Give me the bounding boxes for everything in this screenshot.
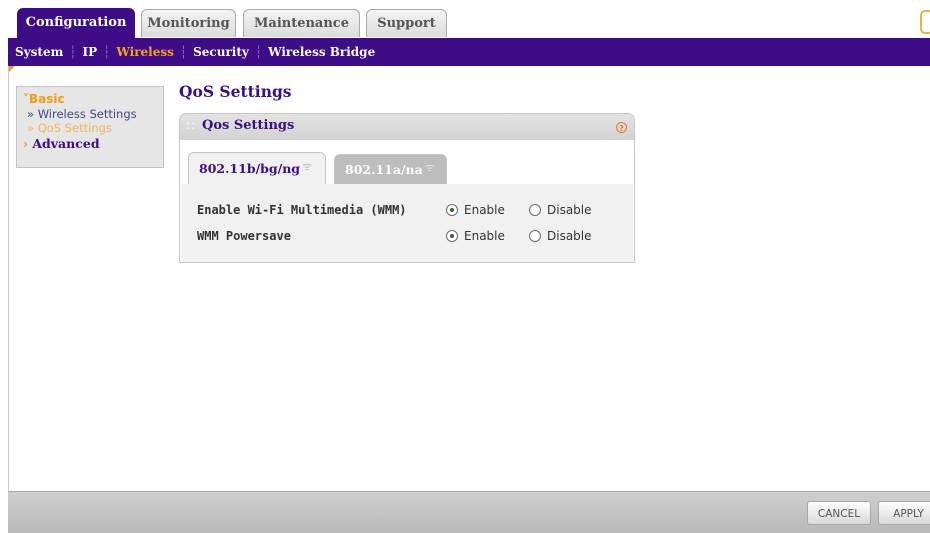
tab-80211ana[interactable]: 802.11a/na ᯤ: [334, 154, 447, 184]
left-border-line: [8, 66, 9, 491]
powersave-disable-radio[interactable]: [529, 230, 541, 242]
wmm-enable-label: Enable: [464, 203, 505, 217]
wmm-row: Enable Wi-Fi Multimedia (WMM) Enable Dis…: [181, 198, 633, 222]
wifi-icon: ᯤ: [424, 161, 435, 174]
grip-icon: ∷: [187, 119, 195, 133]
wmm-powersave-label: WMM Powersave: [197, 229, 291, 243]
wmm-disable-radio[interactable]: [529, 204, 541, 216]
page-title: QoS Settings: [179, 82, 292, 101]
wmm-disable-label: Disable: [547, 203, 592, 217]
subnav-separator: ┆: [254, 45, 263, 59]
subnav-wireless-bridge[interactable]: Wireless Bridge: [268, 45, 375, 59]
subnav-wireless[interactable]: Wireless: [116, 45, 174, 59]
powersave-enable-radio[interactable]: [446, 230, 458, 242]
subnav-security[interactable]: Security: [193, 45, 249, 59]
panel-header: ∷ Qos Settings ?: [180, 114, 634, 140]
tab-80211ana-label: 802.11a/na: [345, 162, 423, 177]
chevron-right-icon: ›: [23, 136, 28, 151]
apply-button[interactable]: APPLY: [878, 501, 930, 525]
wmm-powersave-row: WMM Powersave Enable Disable: [181, 224, 633, 248]
help-icon[interactable]: ?: [616, 122, 627, 133]
subnav-system[interactable]: System: [15, 45, 63, 59]
sidebar-item-qos-settings[interactable]: » QoS Settings: [23, 121, 163, 135]
powersave-disable-label: Disable: [547, 229, 592, 243]
top-tab-bar: Configuration Monitoring Maintenance Sup…: [0, 0, 930, 38]
subnav-separator: ┆: [69, 45, 77, 59]
corner-decoration: [920, 10, 930, 34]
cancel-button[interactable]: CANCEL: [807, 501, 871, 525]
tab-content: Enable Wi-Fi Multimedia (WMM) Enable Dis…: [181, 184, 633, 262]
sub-navigation: System ┆ IP ┆ Wireless ┆ Security ┆ Wireless Bri…: [8, 38, 930, 66]
subnav-separator: ┆: [179, 45, 188, 59]
tab-80211bgng[interactable]: 802.11b/bg/ng ᯤ: [188, 152, 326, 184]
nav-corner-accent: [8, 66, 15, 73]
sidebar-item-basic[interactable]: ˅Basic: [23, 91, 163, 107]
sidebar-item-wireless-settings[interactable]: » Wireless Settings: [23, 107, 163, 121]
wmm-enable-radio[interactable]: [446, 204, 458, 216]
sidebar-advanced-label: Advanced: [32, 136, 100, 151]
wmm-label: Enable Wi-Fi Multimedia (WMM): [197, 203, 407, 217]
radio-band-tabs: 802.11b/bg/ng ᯤ 802.11a/na ᯤ: [188, 152, 628, 184]
tab-monitoring[interactable]: Monitoring: [141, 9, 236, 37]
powersave-enable-label: Enable: [464, 229, 505, 243]
tab-support[interactable]: Support: [366, 9, 447, 37]
tab-80211bgng-label: 802.11b/bg/ng: [199, 161, 301, 176]
bottom-action-bar: CANCEL APPLY: [8, 491, 930, 533]
sidebar-menu: ˅Basic » Wireless Settings » QoS Setting…: [16, 86, 164, 168]
sidebar-basic-label: Basic: [29, 92, 65, 106]
tab-configuration[interactable]: Configuration: [17, 8, 135, 38]
sidebar-item-advanced[interactable]: › Advanced: [23, 135, 163, 152]
panel-title: Qos Settings: [202, 118, 295, 133]
subnav-ip[interactable]: IP: [83, 45, 98, 59]
wifi-icon: ᯤ: [302, 160, 313, 173]
tab-maintenance[interactable]: Maintenance: [243, 9, 360, 37]
subnav-separator: ┆: [103, 45, 111, 59]
qos-settings-panel: ∷ Qos Settings ? 802.11b/bg/ng ᯤ 802.11a/…: [179, 113, 635, 263]
